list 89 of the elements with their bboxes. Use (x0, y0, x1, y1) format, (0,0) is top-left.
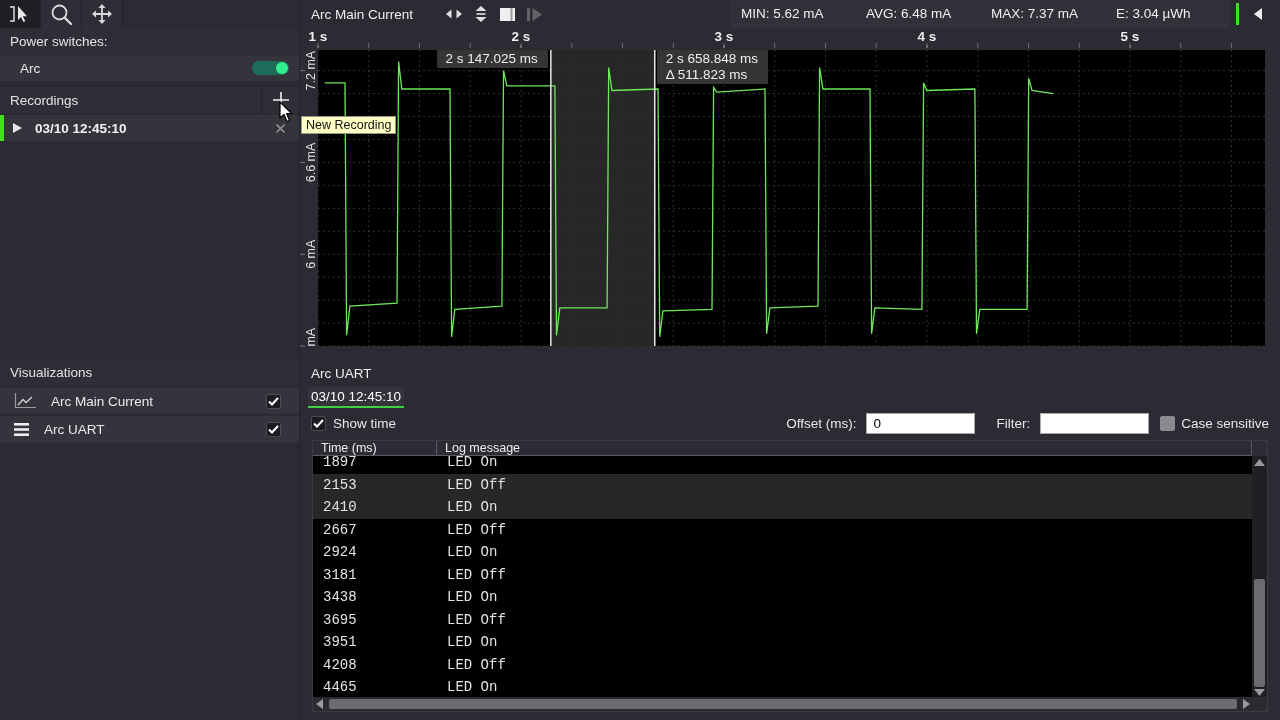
message-cell-text: LED Off (446, 657, 507, 672)
power-toggle[interactable] (252, 61, 289, 75)
stat-value: E: 3.04 µWh (1115, 5, 1192, 23)
time-cell-text: 3181 (322, 567, 358, 582)
magnifier-icon (50, 3, 72, 25)
triangle-left-icon (1254, 8, 1262, 20)
message-cell-text: LED Off (446, 567, 507, 582)
message-cell-text: LED On (446, 680, 499, 695)
message-cell-text: LED On (446, 635, 499, 650)
offset-label: Offset (ms): (786, 415, 857, 431)
stat-value: MIN: 5.62 mA (740, 5, 825, 23)
recording-item[interactable]: 03/10 12:45:10 (0, 115, 299, 141)
time-cell-text: 4465 (322, 680, 358, 695)
offset-input[interactable]: 0 (866, 412, 976, 434)
stat-value: AVG: 6.48 mA (865, 5, 953, 23)
filter-label: Filter: (996, 415, 1031, 431)
time-cell-text: 4208 (322, 657, 358, 672)
check-icon (313, 418, 324, 428)
message-cell-text: LED Off (446, 477, 507, 492)
scroll-up-icon[interactable] (1254, 459, 1265, 466)
scroll-thumb[interactable] (1254, 579, 1265, 687)
status-mark-icon (1236, 3, 1239, 25)
visualization-label: Arc UART (44, 421, 106, 437)
message-cell-text: LED Off (446, 522, 507, 537)
show-time-checkbox[interactable] (311, 415, 326, 431)
tooltip: New Recording (301, 116, 397, 134)
message-cell-text: LED On (446, 545, 499, 560)
time-tick-label: 1 s (308, 29, 328, 44)
current-tick-label: 7.2 mA (304, 50, 318, 91)
message-cell-text: LED Off (446, 612, 507, 627)
time-cell-text: 3695 (322, 612, 358, 627)
stat-value: MAX: 7.37 mA (990, 5, 1080, 23)
cursor-line[interactable] (654, 49, 656, 347)
current-tick-label: 6 mA (304, 239, 318, 269)
visibility-checkbox[interactable] (266, 421, 281, 437)
log-row[interactable]: 2153 LED Off (313, 473, 1252, 496)
time-cell-text: 2924 (322, 545, 358, 560)
visibility-checkbox[interactable] (266, 393, 281, 409)
move-arrows-icon (92, 4, 112, 24)
scroll-thumb[interactable] (329, 699, 1237, 709)
list-lines-icon (14, 422, 29, 436)
cursor-time: 2 s 658.848 ms (665, 51, 759, 67)
time-tick-label: 2 s (511, 29, 531, 44)
visualization-label: Arc Main Current (51, 393, 155, 409)
caret-icon[interactable] (13, 123, 22, 133)
visualization-item[interactable]: Arc Main Current (0, 388, 299, 414)
current-tick-label: mA (304, 327, 318, 347)
section-title: Recordings (9, 92, 79, 108)
time-cell-text: 1897 (322, 456, 358, 470)
cursor-time: 2 s 147.025 ms (445, 51, 538, 67)
close-icon (275, 123, 285, 133)
message-cell-text: LED On (446, 590, 499, 605)
case-sensitive-label: Case sensitive (1181, 415, 1269, 431)
time-tick-label: 3 s (714, 29, 734, 44)
time-cell-text: 3951 (322, 635, 358, 650)
recording-label: 03/10 12:45:10 (35, 120, 128, 136)
filter-input[interactable] (1040, 412, 1150, 434)
chart-title: Arc Main Current (311, 6, 415, 22)
recording-tab[interactable]: 03/10 12:45:10 (308, 387, 405, 408)
time-cell-text: 2410 (322, 500, 358, 515)
log-panel-title: Arc UART (310, 364, 373, 383)
time-cell-text: 2153 (322, 477, 358, 492)
mouse-pointer-icon (279, 101, 293, 123)
time-cell-text: 3438 (322, 590, 358, 605)
select-tool-button[interactable] (0, 0, 41, 28)
step-forward-icon (527, 7, 542, 21)
arrows-vertical-icon (474, 6, 487, 22)
switch-label: Arc (20, 60, 41, 76)
scroll-right-icon[interactable] (1243, 699, 1250, 709)
visualization-item[interactable]: Arc UART (0, 416, 299, 442)
time-tick-label: 5 s (1120, 29, 1140, 44)
vertical-scrollbar[interactable] (1252, 456, 1267, 697)
current-tick-label: 6.6 mA (304, 142, 318, 183)
time-tick-label: 4 s (917, 29, 937, 44)
horizontal-scrollbar[interactable] (313, 697, 1267, 711)
message-cell-text: LED On (446, 500, 499, 515)
cursor-delta: Δ 511.823 ms (665, 67, 749, 83)
log-row[interactable]: 2410 LED On (313, 496, 1252, 519)
arrows-horizontal-icon (445, 9, 462, 19)
line-chart-icon (14, 393, 36, 409)
message-cell-text: LED On (446, 456, 499, 470)
scroll-left-icon[interactable] (316, 699, 323, 709)
time-cell-text: 2667 (322, 522, 358, 537)
check-icon (268, 424, 279, 434)
case-sensitive-checkbox[interactable] (1160, 415, 1176, 431)
check-icon (268, 396, 279, 406)
show-time-label: Show time (333, 415, 397, 431)
square-icon (500, 7, 515, 21)
remove-recording-button[interactable] (273, 121, 287, 135)
